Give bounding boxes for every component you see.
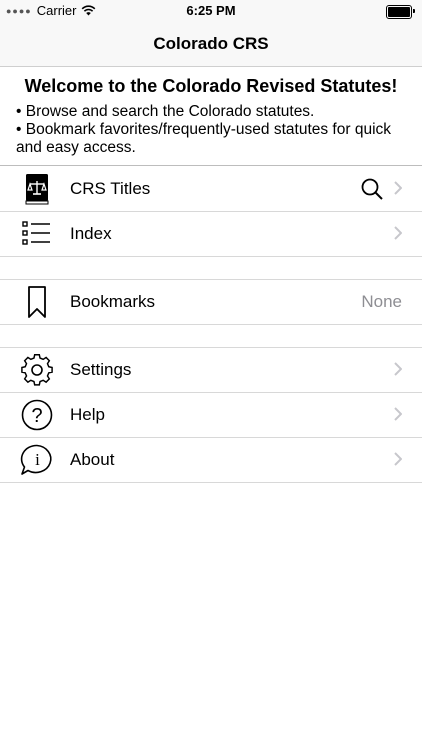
section-spacer [0, 257, 422, 280]
menu-label-about: About [70, 450, 115, 469]
info-bubble-icon: i [20, 444, 52, 475]
menu-row-index[interactable]: Index [0, 212, 422, 257]
svg-text:?: ? [31, 405, 42, 427]
chevron-right-icon [394, 181, 402, 195]
gear-icon [21, 354, 53, 386]
menu-label-bookmarks: Bookmarks [70, 292, 156, 311]
menu-row-bookmarks[interactable]: Bookmarks None [0, 280, 422, 325]
menu-row-settings[interactable]: Settings [0, 348, 422, 393]
menu-label-settings: Settings [70, 360, 132, 379]
welcome-header: Welcome to the Colorado Revised Statutes… [0, 67, 422, 166]
menu-row-help[interactable]: ? Help [0, 393, 422, 438]
menu-label-index: Index [70, 224, 112, 243]
bookmark-icon [28, 286, 46, 318]
welcome-heading: Welcome to the Colorado Revised Statutes… [24, 76, 398, 96]
page-title: Colorado CRS [153, 34, 269, 53]
menu-row-about[interactable]: i About [0, 438, 422, 483]
law-book-icon [25, 174, 49, 205]
battery-icon [386, 5, 415, 19]
welcome-bullet-bookmark: • Bookmark favorites/frequently-used sta… [16, 121, 392, 156]
menu-label-crs-titles: CRS Titles [70, 179, 151, 198]
welcome-bullet-browse: • Browse and search the Colorado statute… [16, 103, 315, 120]
welcome-bullets: • Browse and search the Colorado statute… [16, 103, 410, 157]
chevron-right-icon [394, 407, 402, 421]
chevron-right-icon [394, 362, 402, 376]
chevron-right-icon [394, 452, 402, 466]
bookmarks-count-value: None [361, 292, 402, 311]
chevron-right-icon [394, 226, 402, 240]
question-icon: ? [21, 399, 53, 431]
search-icon[interactable] [360, 177, 384, 201]
list-icon [22, 221, 50, 245]
battery-nub [413, 9, 415, 13]
section-spacer [0, 325, 422, 348]
menu-row-crs-titles[interactable]: CRS Titles [0, 167, 422, 212]
navigation-bar: Colorado CRS [0, 22, 422, 67]
battery-fill [388, 7, 410, 17]
status-time: 6:25 PM [186, 3, 236, 18]
status-bar: ●●●● Carrier 6:25 PM [0, 0, 422, 22]
menu-label-help: Help [70, 405, 105, 424]
svg-text:i: i [35, 450, 40, 469]
